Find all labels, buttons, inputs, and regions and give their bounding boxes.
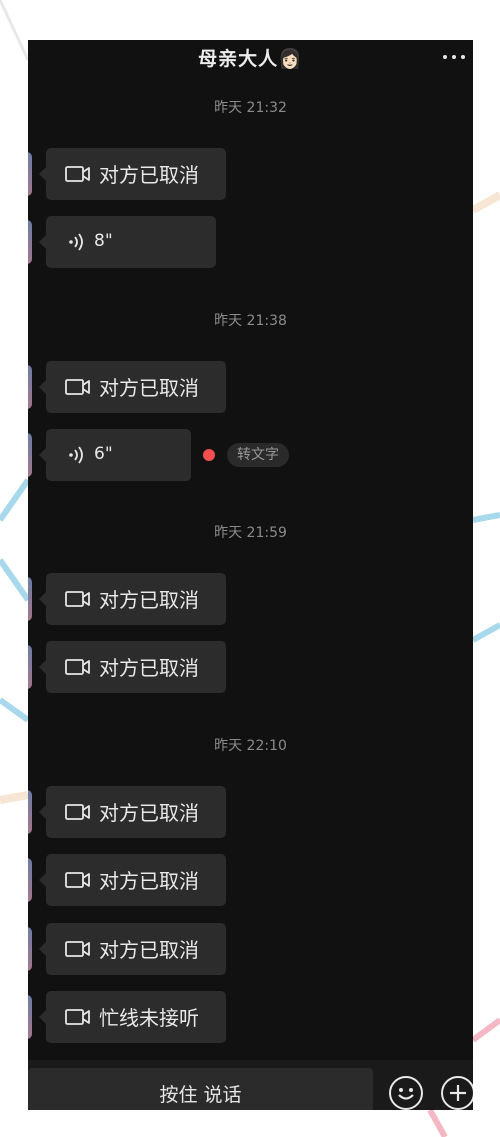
call-status-text: 忙线未接听 — [99, 1006, 199, 1030]
avatar[interactable] — [28, 927, 32, 971]
call-message[interactable]: 对方已取消 — [39, 854, 226, 906]
avatar[interactable] — [28, 220, 32, 264]
call-status-text: 对方已取消 — [99, 163, 199, 187]
call-status-text: 对方已取消 — [99, 869, 199, 893]
call-status-text: 对方已取消 — [99, 938, 199, 962]
voice-wave-icon — [69, 446, 83, 464]
video-call-icon — [65, 659, 90, 675]
video-call-icon — [65, 1009, 90, 1025]
call-status-text: 对方已取消 — [99, 588, 199, 612]
emoji-face-glyph — [398, 1088, 414, 1100]
unread-dot — [203, 449, 215, 461]
input-bar: 按住 说话 — [28, 1060, 473, 1110]
call-message[interactable]: 忙线未接听 — [39, 991, 226, 1043]
avatar[interactable] — [28, 995, 32, 1039]
hold-to-talk-button[interactable]: 按住 说话 — [28, 1068, 373, 1110]
call-status-text: 对方已取消 — [99, 376, 199, 400]
voice-message[interactable]: 6" — [39, 429, 191, 481]
voice-wave-icon — [69, 233, 83, 251]
avatar[interactable] — [28, 645, 32, 689]
call-status-text: 对方已取消 — [99, 656, 199, 680]
video-call-icon — [65, 872, 90, 888]
video-call-icon — [65, 804, 90, 820]
call-message[interactable]: 对方已取消 — [39, 923, 226, 975]
avatar[interactable] — [28, 858, 32, 902]
call-status-text: 对方已取消 — [99, 801, 199, 825]
timestamp: 昨天 21:59 — [214, 525, 287, 541]
more-icon[interactable] — [441, 50, 467, 64]
avatar[interactable] — [28, 152, 32, 196]
avatar[interactable] — [28, 433, 32, 477]
call-message[interactable]: 对方已取消 — [39, 361, 226, 413]
chat-window: 母亲大人👩🏻 昨天 21:32 对方已取消 8" 昨天 21:38 对方已取消 … — [28, 40, 473, 1110]
call-message[interactable]: 对方已取消 — [39, 148, 226, 200]
video-call-icon — [65, 379, 90, 395]
timestamp: 昨天 22:10 — [214, 738, 287, 754]
chat-title: 母亲大人👩🏻 — [198, 48, 303, 70]
call-message[interactable]: 对方已取消 — [39, 573, 226, 625]
avatar[interactable] — [28, 577, 32, 621]
transcribe-button[interactable]: 转文字 — [227, 443, 289, 467]
emoji-icon[interactable] — [389, 1076, 423, 1110]
voice-message[interactable]: 8" — [39, 216, 216, 268]
voice-duration: 6" — [94, 444, 113, 464]
call-message[interactable]: 对方已取消 — [39, 786, 226, 838]
plus-glyph — [450, 1085, 466, 1101]
video-call-icon — [65, 166, 90, 182]
avatar[interactable] — [28, 790, 32, 834]
voice-duration: 8" — [94, 231, 113, 251]
timestamp: 昨天 21:32 — [214, 100, 287, 116]
video-call-icon — [65, 941, 90, 957]
avatar[interactable] — [28, 365, 32, 409]
timestamp: 昨天 21:38 — [214, 313, 287, 329]
video-call-icon — [65, 591, 90, 607]
call-message[interactable]: 对方已取消 — [39, 641, 226, 693]
plus-icon[interactable] — [441, 1076, 473, 1110]
chat-header: 母亲大人👩🏻 — [28, 40, 473, 76]
